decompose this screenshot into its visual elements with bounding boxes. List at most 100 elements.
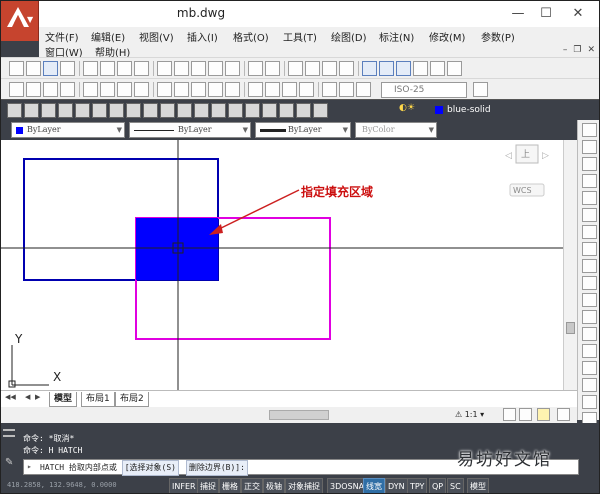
angular-icon[interactable] — [134, 82, 149, 97]
pan-icon[interactable] — [288, 61, 303, 76]
toggle-qp[interactable]: QP — [429, 478, 447, 493]
hscroll-thumb[interactable] — [269, 410, 329, 420]
block-editor-icon[interactable] — [225, 61, 240, 76]
properties-icon[interactable] — [362, 61, 377, 76]
sheet-set-icon[interactable] — [413, 61, 428, 76]
print-icon[interactable] — [83, 61, 98, 76]
join-icon[interactable] — [582, 344, 597, 358]
jogged-icon[interactable] — [100, 82, 115, 97]
toggle-polar[interactable]: 极轴 — [263, 478, 285, 493]
menu-dimension[interactable]: 标注(N) — [379, 29, 414, 44]
plot-preview-icon[interactable] — [100, 61, 115, 76]
quickcalc-icon[interactable] — [447, 61, 462, 76]
rectangle-icon[interactable] — [75, 103, 90, 118]
revision-cloud-icon[interactable] — [126, 103, 141, 118]
polyline-icon[interactable] — [41, 103, 56, 118]
menu-view[interactable]: 视图(V) — [139, 29, 174, 44]
menu-modify[interactable]: 修改(M) — [429, 29, 465, 44]
construction-line-icon[interactable] — [24, 103, 39, 118]
ellipse-arc-icon[interactable] — [177, 103, 192, 118]
menu-draw[interactable]: 绘图(D) — [331, 29, 367, 44]
scale-icon[interactable] — [582, 242, 597, 256]
trim-icon[interactable] — [582, 276, 597, 290]
chamfer-icon[interactable] — [582, 361, 597, 375]
zoom-previous-icon[interactable] — [339, 61, 354, 76]
arc-icon[interactable] — [92, 103, 107, 118]
dimension-text-edit-icon[interactable] — [339, 82, 354, 97]
plotstyle-select[interactable]: ByColor ▼ — [355, 122, 437, 138]
mirror-icon[interactable] — [582, 157, 597, 171]
copy-object-icon[interactable] — [582, 140, 597, 154]
toggle-snap[interactable]: 捕捉 — [197, 478, 219, 493]
diameter-icon[interactable] — [117, 82, 132, 97]
linear-dimension-icon[interactable] — [9, 82, 24, 97]
toggle-lineweight[interactable]: 线宽 — [363, 478, 385, 493]
model-space-button[interactable]: 模型 — [467, 478, 489, 493]
annotation-visibility-icon[interactable] — [503, 408, 516, 421]
jogged-linear-icon[interactable] — [299, 82, 314, 97]
tool-palettes-icon[interactable] — [396, 61, 411, 76]
aligned-dimension-icon[interactable] — [26, 82, 41, 97]
gradient-icon[interactable] — [262, 103, 277, 118]
open-file-icon[interactable] — [26, 61, 41, 76]
document-window-controls[interactable]: –❐✕ — [563, 45, 599, 55]
polygon-icon[interactable] — [58, 103, 73, 118]
command-option-select[interactable]: [选择对象(S) — [121, 460, 179, 476]
tab-nav-next-icon[interactable]: ▶ — [35, 393, 40, 401]
redo-icon[interactable] — [265, 61, 280, 76]
dimension-style-select[interactable]: ISO-25 — [381, 82, 467, 98]
ellipse-icon[interactable] — [160, 103, 175, 118]
toggle-grid[interactable]: 栅格 — [219, 478, 241, 493]
toggle-ortho[interactable]: 正交 — [241, 478, 263, 493]
space-icon[interactable] — [208, 82, 223, 97]
tab-layout2[interactable]: 布局2 — [115, 392, 149, 407]
command-option-remove[interactable]: 删除边界(B)]: — [185, 460, 248, 476]
move-icon[interactable] — [582, 208, 597, 222]
wrench-icon[interactable]: ✎ — [5, 457, 13, 468]
toggle-dyn[interactable]: DYN — [385, 478, 408, 493]
offset-icon[interactable] — [582, 174, 597, 188]
paste-icon[interactable] — [191, 61, 206, 76]
lock-icon[interactable] — [557, 408, 570, 421]
menu-parametric[interactable]: 参数(P) — [481, 29, 515, 44]
close-button[interactable]: ✕ — [565, 4, 591, 24]
array-icon[interactable] — [582, 191, 597, 205]
ordinate-icon[interactable] — [60, 82, 75, 97]
annotation-scale[interactable]: ⚠ 1:1 ▾ — [455, 410, 484, 419]
save-icon[interactable] — [43, 61, 58, 76]
vertical-scrollbar[interactable] — [563, 140, 577, 390]
publish-icon[interactable] — [117, 61, 132, 76]
drawing-canvas[interactable]: ◁ ▷ 上 WCS 指定填充区域 Y X — [1, 140, 577, 390]
workspace-icon[interactable] — [537, 408, 550, 421]
undo-icon[interactable] — [248, 61, 263, 76]
region-icon[interactable] — [279, 103, 294, 118]
linetype-select[interactable]: ByLayer ▼ — [129, 122, 251, 138]
quick-dimension-icon[interactable] — [157, 82, 172, 97]
tab-model[interactable]: 模型 — [49, 392, 78, 407]
break-at-point-icon[interactable] — [582, 310, 597, 324]
tab-nav-prev-icon[interactable]: ◀ — [25, 393, 30, 401]
break-icon[interactable] — [225, 82, 240, 97]
auto-scale-icon[interactable] — [519, 408, 532, 421]
baseline-icon[interactable] — [174, 82, 189, 97]
zoom-realtime-icon[interactable] — [305, 61, 320, 76]
dimension-update-icon[interactable] — [356, 82, 371, 97]
tolerance-icon[interactable] — [248, 82, 263, 97]
menu-file[interactable]: 文件(F) — [45, 29, 79, 44]
zoom-window-icon[interactable] — [322, 61, 337, 76]
insert-block-icon[interactable] — [194, 103, 209, 118]
new-file-icon[interactable] — [9, 61, 24, 76]
menu-insert[interactable]: 插入(I) — [187, 29, 218, 44]
toggle-tpy[interactable]: TPY — [407, 478, 428, 493]
menu-format[interactable]: 格式(O) — [233, 29, 269, 44]
line-icon[interactable] — [7, 103, 22, 118]
fillet-icon[interactable] — [582, 378, 597, 392]
arc-length-icon[interactable] — [43, 82, 58, 97]
toggle-sc[interactable]: SC — [447, 478, 464, 493]
menu-tools[interactable]: 工具(T) — [283, 29, 317, 44]
dimension-style-manager-icon[interactable] — [473, 82, 488, 97]
erase-icon[interactable] — [582, 123, 597, 137]
menu-edit[interactable]: 编辑(E) — [91, 29, 125, 44]
multiline-text-icon[interactable] — [313, 103, 328, 118]
command-window-handle[interactable]: ✎ — [3, 427, 19, 475]
